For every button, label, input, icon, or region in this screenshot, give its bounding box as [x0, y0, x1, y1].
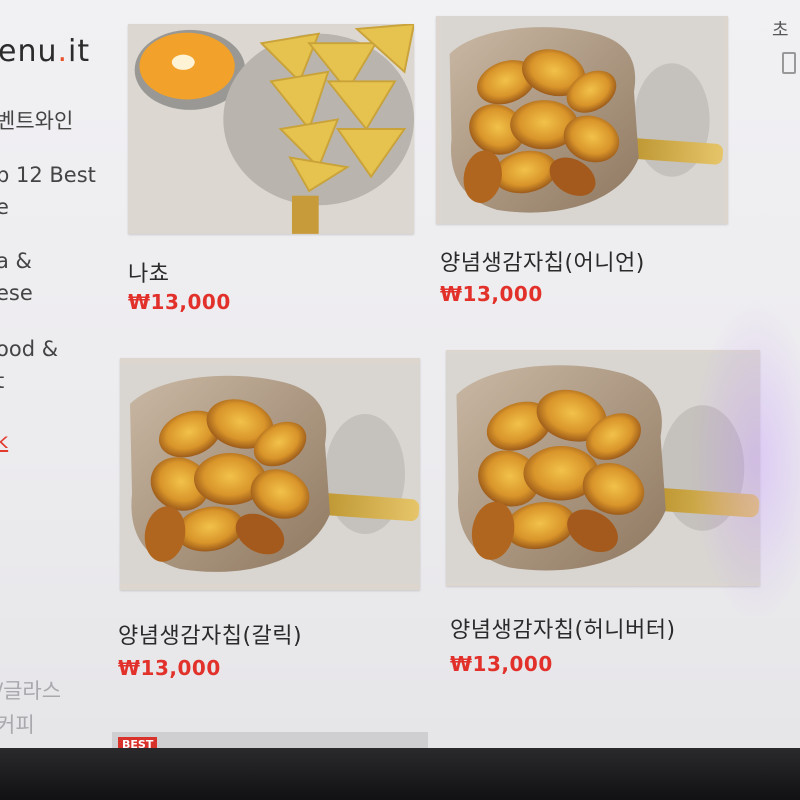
product-image[interactable] — [436, 16, 728, 224]
product-price: ₩13,000 — [118, 656, 221, 680]
right-edge-text: 초 — [772, 20, 789, 41]
product-name: 양념생감자칩(어니언) — [440, 251, 645, 276]
sidebar-item-pasta-cheese[interactable]: a & — [0, 246, 32, 276]
product-image[interactable] — [446, 350, 760, 586]
logo-dot: . — [57, 34, 69, 69]
logo-suffix: it — [68, 34, 91, 69]
product-price: ₩13,000 — [128, 290, 231, 314]
product-image[interactable] — [120, 358, 420, 590]
product-name: 양념생감자칩(허니버터) — [450, 618, 676, 643]
category-sidebar: enu.it 벤트와인 p 12 Best e a & ese ood & t … — [0, 0, 112, 750]
product-image[interactable] — [128, 24, 414, 234]
sidebar-item-event-wine[interactable]: 벤트와인 — [0, 106, 73, 136]
sidebar-item-top12-best[interactable]: p 12 Best — [0, 160, 96, 190]
right-edge-icon — [782, 52, 796, 74]
logo-main: enu — [0, 34, 58, 69]
sidebar-item-food-line2[interactable]: t — [0, 366, 4, 396]
product-price: ₩13,000 — [440, 282, 543, 306]
product-name: 나쵸 — [128, 262, 170, 287]
sidebar-item-glass[interactable]: /글라스 — [0, 676, 61, 706]
product-name: 양념생감자칩(갈릭) — [118, 624, 303, 649]
product-price: ₩13,000 — [450, 652, 553, 676]
device-bezel — [0, 748, 800, 800]
sidebar-item-coffee[interactable]: 커피 — [0, 710, 35, 740]
potato-chips-photo — [446, 352, 760, 584]
sidebar-item-top12-best-line2[interactable]: e — [0, 192, 9, 222]
sidebar-item-snack-active[interactable]: k — [0, 426, 8, 456]
screen: enu.it 벤트와인 p 12 Best e a & ese ood & t … — [0, 0, 800, 750]
sidebar-item-pasta-cheese-line2[interactable]: ese — [0, 278, 33, 308]
nachos-photo — [128, 24, 414, 234]
sidebar-item-food[interactable]: ood & — [0, 334, 58, 364]
potato-chips-photo — [120, 364, 420, 584]
potato-chips-photo — [440, 16, 724, 224]
logo[interactable]: enu.it — [0, 34, 90, 69]
